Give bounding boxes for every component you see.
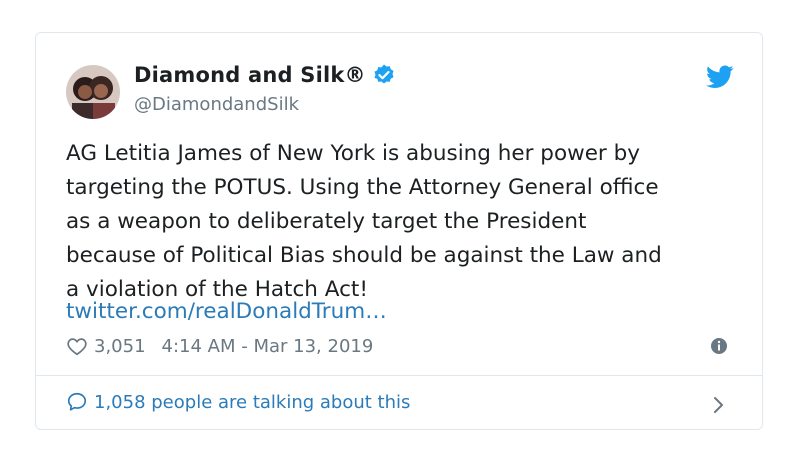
- tweet-text: AG Letitia James of New York is abusing …: [66, 141, 662, 302]
- divider: [36, 375, 762, 376]
- timestamp[interactable]: 4:14 AM - Mar 13, 2019: [162, 336, 374, 357]
- tweet-card: Diamond and Silk® @DiamondandSilk AG Let…: [35, 32, 763, 430]
- info-icon[interactable]: [710, 337, 728, 355]
- display-name[interactable]: Diamond and Silk®: [134, 63, 366, 87]
- heart-outline-icon[interactable]: [66, 335, 88, 357]
- talking-count: 1,058 people are talking about this: [94, 391, 411, 413]
- tweet-meta: 3,051 4:14 AM - Mar 13, 2019: [66, 335, 373, 357]
- twitter-bird-icon[interactable]: [706, 65, 734, 89]
- conversation-link[interactable]: 1,058 people are talking about this: [66, 391, 410, 413]
- chevron-right-icon[interactable]: [712, 395, 726, 415]
- tweet-link[interactable]: twitter.com/realDonaldTrum…: [66, 295, 387, 329]
- handle[interactable]: @DiamondandSilk: [134, 94, 299, 115]
- like-count[interactable]: 3,051: [94, 336, 146, 357]
- avatar[interactable]: [66, 65, 120, 119]
- name-row: Diamond and Silk®: [134, 63, 396, 87]
- speech-bubble-icon: [67, 392, 87, 411]
- verified-badge-icon: [374, 64, 394, 84]
